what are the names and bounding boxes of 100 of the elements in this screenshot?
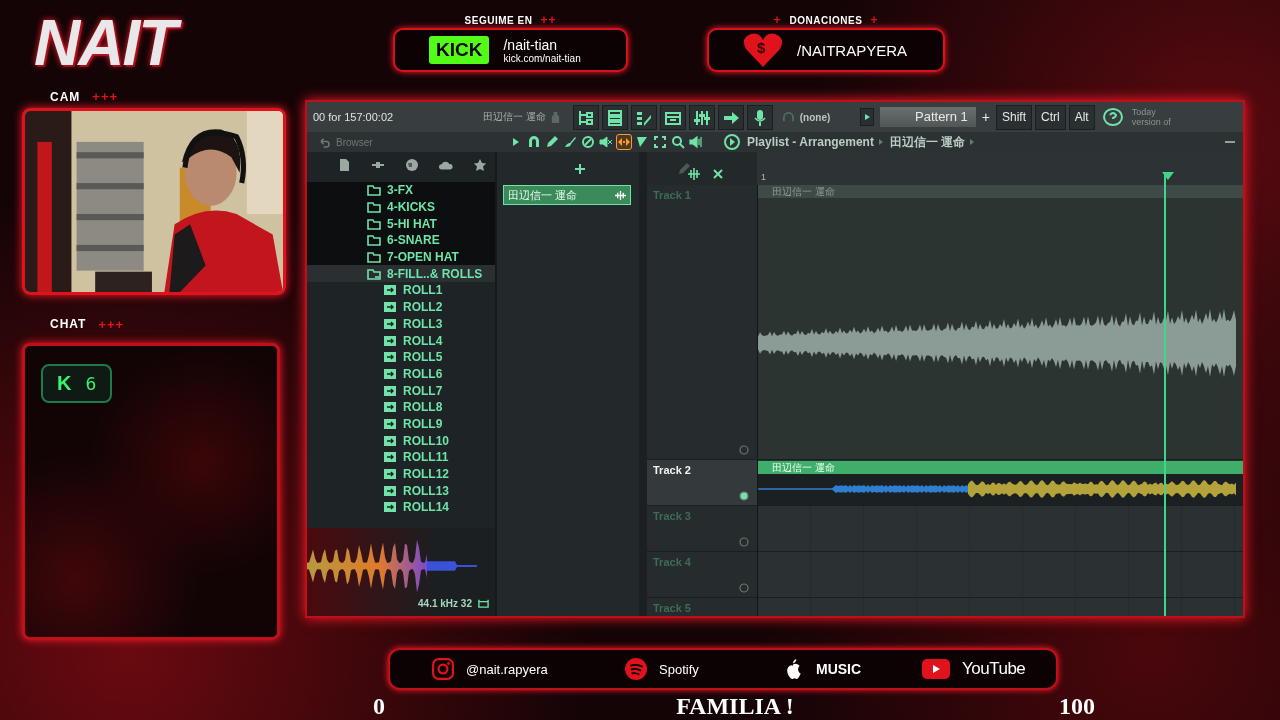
toolbar-button[interactable]: [601, 104, 628, 130]
browser-item[interactable]: ROLL13: [307, 482, 495, 500]
browser-item[interactable]: ROLL2: [307, 298, 495, 316]
mute-toggle-icon[interactable]: [739, 445, 749, 455]
track-header[interactable]: Track 2: [647, 460, 757, 506]
mixer-icon: [692, 108, 711, 127]
brush-icon[interactable]: [563, 135, 577, 149]
browser-item[interactable]: ROLL6: [307, 365, 495, 383]
heart-icon: [743, 32, 783, 68]
pattern-play-button[interactable]: [859, 108, 874, 126]
modifier-key-button[interactable]: Shift: [995, 104, 1032, 130]
browser-item[interactable]: 5-HI HAT: [307, 215, 495, 233]
kick-logo: KICK: [429, 36, 490, 64]
donation-banner[interactable]: $ /NAITRAPYERA: [707, 28, 945, 72]
pencil-icon[interactable]: [545, 135, 559, 149]
star-icon[interactable]: [473, 158, 487, 172]
folder-icon: [367, 201, 381, 214]
folder-icon: [367, 234, 381, 247]
modifier-key-button[interactable]: Ctrl: [1035, 104, 1066, 130]
plus-mark: +: [773, 13, 782, 27]
audio-file-icon: [383, 351, 397, 364]
browser-item[interactable]: ROLL9: [307, 415, 495, 433]
counter-start: 0: [372, 692, 386, 720]
waveform-icon: [615, 189, 626, 201]
open-folder-icon: [367, 267, 381, 280]
browser-item[interactable]: ROLL5: [307, 348, 495, 366]
browser-item[interactable]: ROLL8: [307, 398, 495, 416]
browser-item[interactable]: ROLL7: [307, 382, 495, 399]
toolbar-button[interactable]: [572, 104, 599, 130]
delete-icon[interactable]: [581, 135, 595, 149]
browser-item[interactable]: ROLL11: [307, 449, 495, 466]
modifier-key-button[interactable]: Alt: [1068, 104, 1095, 130]
magnet-icon[interactable]: [527, 135, 541, 149]
browser-item[interactable]: ROLL14: [307, 499, 495, 516]
kick-logo: K: [57, 372, 72, 396]
close-icon[interactable]: [711, 167, 725, 181]
pattern-selector[interactable]: (none): [799, 111, 860, 123]
browser-item[interactable]: ROLL12: [307, 465, 495, 483]
zoom-icon[interactable]: [671, 135, 685, 149]
banner-heading: SEGUIME EN: [464, 14, 533, 26]
plus-marks: +++: [92, 89, 119, 105]
pattern-field[interactable]: Pattern 1: [879, 107, 976, 127]
song-title: 田辺信一 運命: [483, 110, 546, 124]
mute-toggle-icon[interactable]: [739, 491, 749, 501]
audio-file-icon: [383, 401, 397, 414]
browser-item[interactable]: 3-FX: [307, 182, 495, 199]
browser-item[interactable]: ROLL1: [307, 282, 495, 299]
loop-icon[interactable]: [478, 598, 489, 609]
goal-title: FAMILIA !: [675, 692, 795, 720]
toolbar-button[interactable]: [630, 104, 657, 130]
browser-item[interactable]: 6-SNARE: [307, 232, 495, 249]
youtube-icon: [922, 659, 950, 679]
pen-icon[interactable]: [677, 161, 691, 176]
track-name: Track 4: [653, 556, 692, 568]
browser-item[interactable]: ROLL3: [307, 315, 495, 333]
channel-button[interactable]: 田辺信一 運命: [503, 185, 631, 205]
browser-item[interactable]: ROLL10: [307, 432, 495, 449]
instagram-icon: [432, 658, 454, 680]
social-label: MUSIC: [816, 661, 862, 677]
toolbar-button[interactable]: [717, 104, 744, 130]
browser-item[interactable]: 8-FILL..& ROLLS: [307, 265, 495, 283]
plus-icon[interactable]: [573, 161, 587, 176]
counter-goal: 100: [1058, 692, 1096, 720]
help-icon[interactable]: [1101, 107, 1124, 127]
mute-toggle-icon[interactable]: [739, 537, 749, 547]
mute-toggle-icon[interactable]: [739, 583, 749, 593]
kick-banner[interactable]: KICK /nait-tian kick.com/nait-tian: [393, 28, 628, 72]
mute-icon[interactable]: [599, 135, 613, 149]
song-title: 田辺信一 運命: [889, 133, 966, 151]
file-icon[interactable]: [337, 158, 351, 172]
browser-item[interactable]: ROLL4: [307, 332, 495, 349]
timeline-ruler[interactable]: 1: [757, 152, 1243, 185]
social-label: YouTube: [962, 659, 1026, 679]
slip-icon[interactable]: [617, 135, 631, 149]
minimize-icon[interactable]: [1225, 140, 1235, 144]
waveform-icon[interactable]: [687, 167, 701, 181]
audio-file-icon: [383, 367, 397, 380]
slice-icon[interactable]: [635, 135, 649, 149]
news-text: version of: [1131, 117, 1171, 127]
track-name: Track 5: [653, 602, 692, 614]
folder-icon: [367, 251, 381, 264]
channel-handle: /nait-tian: [503, 36, 559, 53]
globe-icon[interactable]: [405, 158, 419, 172]
panel-title: Playlist - Arrangement: [747, 135, 874, 149]
select-icon[interactable]: [653, 135, 667, 149]
caret-icon: [969, 138, 976, 146]
social-label: Spotify: [659, 661, 699, 677]
plus-mark: +: [870, 13, 879, 27]
track-name: Track 2: [653, 464, 692, 476]
audio-file-icon: [383, 451, 397, 464]
song-time: 00 for 157:00:02: [313, 111, 395, 123]
toolbar-button[interactable]: [688, 104, 715, 130]
speaker-icon[interactable]: [689, 135, 703, 149]
toolbar-button[interactable]: [659, 104, 686, 130]
caret-icon: [877, 138, 884, 146]
play-icon: [862, 113, 871, 121]
undo-icon[interactable]: [319, 136, 330, 148]
add-pattern-button[interactable]: +: [981, 109, 990, 125]
toolbar-button[interactable]: [746, 104, 773, 130]
spotify-icon: [625, 658, 647, 680]
